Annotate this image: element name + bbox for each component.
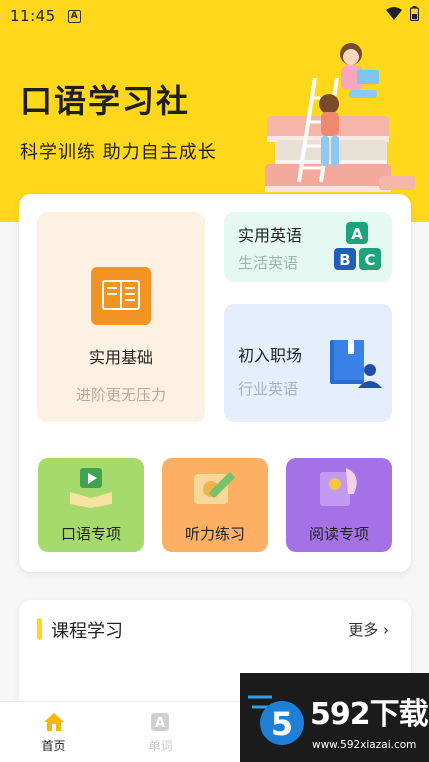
tab-label: 首页: [41, 739, 66, 753]
battery-icon: [410, 6, 419, 21]
tab-words[interactable]: A 单词: [107, 702, 214, 762]
quick-tile-listening[interactable]: 听力练习: [162, 458, 268, 552]
watermark-brand: 592下载: [310, 697, 429, 732]
svg-text:C: C: [364, 251, 375, 269]
tile-title: 初入职场: [238, 346, 303, 365]
book-quill-icon: [320, 468, 357, 506]
svg-text:5: 5: [271, 705, 293, 743]
more-label: 更多: [348, 621, 379, 639]
watermark: 5 592下载 www.592xiazai.com: [240, 673, 429, 762]
tile-title: 实用基础: [88, 348, 153, 367]
video-book-icon: [70, 468, 112, 508]
chevron-right-icon: ›: [383, 621, 389, 639]
book-doc-icon: [91, 267, 151, 325]
tile-practical-english[interactable]: 实用英语 生活英语 A B C: [224, 212, 392, 282]
a-badge-icon: A: [67, 9, 81, 23]
book-person-icon: [330, 340, 382, 388]
tab-home[interactable]: 首页: [0, 702, 107, 762]
feature-card: 实用基础 进阶更无压力 实用英语 生活英语 A B C 初入职场 行业英语 口语…: [19, 194, 411, 572]
scroll-pencil-icon: [194, 472, 235, 504]
quick-tile-label: 听力练习: [184, 525, 245, 543]
592-logo-icon: 5: [248, 695, 304, 745]
tab-label: 单词: [148, 739, 173, 753]
tile-practical-basics[interactable]: 实用基础 进阶更无压力: [37, 212, 205, 422]
quick-tile-speaking[interactable]: 口语专项: [38, 458, 144, 552]
quick-tile-label: 口语专项: [60, 525, 121, 543]
course-section-title: 课程学习: [51, 621, 123, 642]
section-accent-bar: [37, 618, 42, 640]
status-time: 11:45: [10, 7, 56, 25]
watermark-url: www.592xiazai.com: [312, 739, 417, 751]
words-icon: A: [151, 713, 169, 731]
wifi-icon: [386, 6, 402, 20]
quick-tile-label: 阅读专项: [308, 525, 369, 543]
abc-blocks-icon: A B C: [334, 222, 381, 270]
tile-subtitle: 行业英语: [238, 380, 299, 398]
app-title: 口语学习社: [20, 82, 191, 120]
more-link[interactable]: 更多 ›: [348, 619, 389, 640]
quick-tile-reading[interactable]: 阅读专项: [286, 458, 392, 552]
svg-text:B: B: [339, 251, 350, 269]
svg-text:A: A: [351, 225, 363, 243]
tile-subtitle: 进阶更无压力: [75, 386, 166, 404]
tile-subtitle: 生活英语: [238, 254, 299, 272]
svg-text:A: A: [155, 716, 165, 731]
app-subtitle: 科学训练 助力自主成长: [20, 142, 217, 163]
status-bar: 11:45 A: [0, 0, 429, 32]
home-icon: [44, 713, 64, 731]
tile-entering-workplace[interactable]: 初入职场 行业英语: [224, 304, 392, 422]
tile-title: 实用英语: [238, 226, 303, 245]
